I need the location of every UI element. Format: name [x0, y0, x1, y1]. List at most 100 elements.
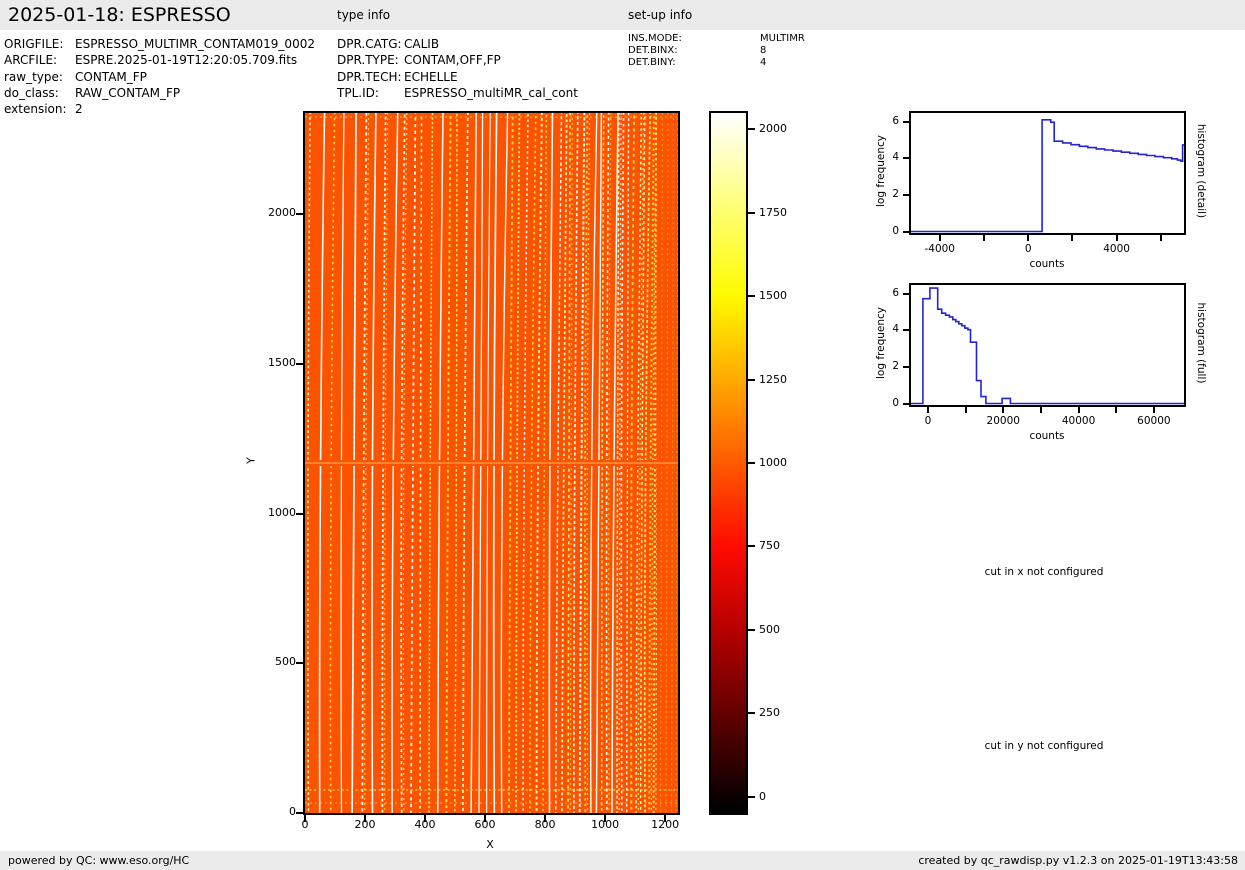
raw-image-x-tick-label: 600: [474, 818, 496, 831]
histogram-detail-x-tick: [1071, 235, 1074, 241]
raw-image-x-tick-label: 800: [534, 818, 556, 831]
raw-image-x-tick-label: 200: [354, 818, 376, 831]
field-label: DET.BINY:: [628, 57, 676, 69]
kv-row: INS.MODE: MULTIMR: [628, 33, 805, 45]
histogram-full-y-tick-label: 4: [892, 323, 899, 336]
type-info-block: DPR.CATG: CALIB DPR.TYPE: CONTAM,OFF,FP DPR.…: [337, 36, 578, 101]
histogram-full-y-label: log frequency: [875, 307, 887, 380]
field-label: raw_type:: [4, 69, 63, 84]
histogram-full-y-tick-label: 6: [892, 286, 899, 299]
raw-image-y-tick-label: 1000: [268, 505, 296, 519]
histogram-full-x-tick-label: 40000: [1061, 415, 1096, 427]
qc-report-page: 2025-01-18: ESPRESSO type info set-up in…: [0, 0, 1245, 870]
field-value: ESPRE.2025-01-19T12:20:05.709.fits: [75, 53, 298, 68]
histogram-full-title: histogram (full): [1195, 302, 1207, 384]
field-label: do_class:: [4, 85, 59, 100]
footer-created-by: created by qc_rawdisp.py v1.2.3 on 2025-…: [918, 854, 1238, 867]
histogram-full-x-tick: [1002, 407, 1005, 413]
raw-image-y-tick-label: 2000: [268, 206, 296, 220]
raw-image-y-tick-label: 1500: [268, 356, 296, 370]
kv-row: ORIGFILE: ESPRESSO_MULTIMR_CONTAM019_0002: [4, 36, 315, 52]
raw-image-y-tick: [296, 662, 303, 665]
colorbar-tick: [748, 545, 755, 548]
field-value: 2: [75, 102, 83, 117]
raw-image-y-tick: [296, 363, 303, 366]
histogram-full-y-tick-label: 0: [892, 396, 899, 409]
raw-image-y-tick-label: 500: [275, 655, 296, 669]
histogram-detail-frame: [909, 111, 1186, 235]
raw-image-x-tick-label: 0: [301, 818, 309, 831]
colorbar-tick-label: 2000: [759, 122, 787, 136]
colorbar-tick-label: 1500: [759, 289, 787, 302]
colorbar-tick-label: 1750: [759, 205, 787, 219]
colorbar-tick-label: 250: [759, 706, 780, 720]
histogram-detail-x-label: counts: [1029, 258, 1065, 270]
field-value: RAW_CONTAM_FP: [75, 85, 181, 100]
field-value: CONTAM_FP: [75, 69, 147, 84]
raw-image-frame: [303, 111, 680, 815]
kv-row: ARCFILE: ESPRE.2025-01-19T12:20:05.709.fi…: [4, 52, 315, 68]
colorbar-tick-label: 750: [759, 539, 780, 553]
kv-row: DPR.TYPE: CONTAM,OFF,FP: [337, 52, 578, 68]
field-value: ESPRESSO_MULTIMR_CONTAM019_0002: [75, 37, 315, 51]
field-label: ORIGFILE:: [4, 37, 64, 51]
field-value: ECHELLE: [404, 69, 458, 84]
histogram-full-x-tick: [1115, 407, 1118, 413]
raw-image-y-tick-label: 0: [289, 805, 296, 818]
histogram-full-y-tick: [903, 402, 909, 405]
colorbar-tick: [748, 462, 755, 464]
raw-image-x-tick-label: 400: [414, 818, 436, 831]
field-value: CALIB: [404, 37, 440, 51]
raw-image-x-tick-label: 1000: [591, 818, 620, 831]
colorbar-tick-label: 1000: [759, 456, 787, 469]
histogram-detail-y-tick-label: 6: [892, 114, 899, 127]
raw-image-x-axis-label: X: [486, 838, 494, 851]
histogram-detail-x-tick: [1159, 235, 1162, 241]
colorbar-tick-label: 0: [759, 789, 766, 803]
histogram-full-y-tick: [903, 365, 909, 368]
field-value: 8: [760, 45, 767, 57]
kv-row: DET.BINX: 8: [628, 45, 805, 57]
histogram-full-x-tick: [1039, 407, 1042, 413]
colorbar-frame: [709, 111, 748, 815]
raw-image-y-tick: [296, 812, 303, 814]
file-info-block: ORIGFILE: ESPRESSO_MULTIMR_CONTAM019_0002…: [4, 36, 315, 117]
histogram-detail-x-tick: [982, 235, 985, 241]
cut-y-message: cut in y not configured: [984, 740, 1104, 752]
field-label: TPL.ID:: [337, 85, 379, 100]
field-label: DET.BINX:: [628, 45, 678, 57]
histogram-detail-y-tick: [903, 120, 909, 123]
histogram-full-x-tick: [1077, 407, 1080, 413]
histogram-full-x-tick-label: 60000: [1137, 415, 1171, 427]
histogram-full-y-tick: [903, 329, 909, 332]
colorbar-tick: [748, 295, 755, 297]
histogram-detail-x-tick: [938, 235, 941, 241]
cut-x-message: cut in x not configured: [984, 566, 1104, 578]
histogram-detail-y-tick: [903, 230, 909, 233]
histogram-detail-x-tick-label: 0: [1024, 243, 1032, 255]
kv-row: do_class: RAW_CONTAM_FP: [4, 85, 315, 101]
raw-image-y-axis-label: Y: [244, 457, 258, 464]
histogram-detail-x-tick-label: 4000: [1103, 243, 1130, 255]
field-label: DPR.TYPE:: [337, 53, 399, 68]
field-label: ARCFILE:: [4, 53, 58, 68]
field-value: MULTIMR: [760, 33, 805, 44]
field-label: DPR.TECH:: [337, 69, 402, 84]
colorbar-tick: [748, 628, 755, 631]
kv-row: raw_type: CONTAM_FP: [4, 69, 315, 85]
colorbar-tick: [748, 128, 755, 131]
colorbar-tick: [748, 378, 755, 381]
field-value: CONTAM,OFF,FP: [404, 53, 501, 68]
field-label: extension:: [4, 102, 67, 117]
histogram-detail-title: histogram (detail): [1195, 123, 1207, 219]
raw-image-x-tick-label: 1200: [651, 818, 680, 831]
histogram-detail-x-tick-label: -4000: [924, 243, 955, 255]
type-info-heading: type info: [337, 8, 391, 22]
raw-image-y-tick: [296, 213, 303, 216]
histogram-detail-x-tick: [1115, 235, 1118, 241]
histogram-detail-x-tick: [1027, 235, 1030, 241]
histogram-detail-y-tick: [903, 193, 909, 196]
colorbar-tick: [748, 795, 755, 798]
histogram-full-x-tick-label: 0: [924, 415, 932, 427]
footer-powered-by: powered by QC: www.eso.org/HC: [8, 854, 190, 867]
